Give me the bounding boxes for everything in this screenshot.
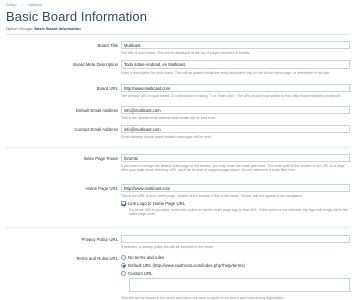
section-divider-2 — [5, 227, 350, 228]
home-url-help: This is the URL to your home page, outsi… — [121, 194, 304, 198]
terms-url-help: This link will be shown in the footer an… — [121, 296, 285, 300]
terms-option-none[interactable]: No terms and rules — [121, 255, 164, 260]
option-groups-value[interactable]: Basic Board Information — [34, 26, 80, 31]
section-divider — [5, 147, 350, 148]
board-title-input[interactable]: Multicast — [121, 41, 350, 49]
terms-url-label: Terms and Rules URL — [75, 256, 118, 261]
board-url-label: Board URL — [96, 86, 118, 91]
option-groups: Option Groups: Basic Board Information — [6, 26, 81, 31]
board-url-help: The primary URL to your board. Do not in… — [121, 94, 341, 98]
terms-default-label[interactable]: Default URL (http://www.rauthrost.com/in… — [128, 263, 245, 268]
board-meta-textarea[interactable]: Todo sobre Android, en Multicast. — [121, 60, 350, 69]
page-title: Basic Board Information — [6, 9, 148, 24]
link-logo-help: If a home URL is provided, select this o… — [129, 208, 349, 216]
board-title-help: The title of your board. This will be di… — [121, 51, 251, 55]
link-logo-label[interactable]: Link Logo to Home Page URL — [128, 201, 185, 206]
link-logo-checkbox[interactable] — [121, 201, 126, 206]
home-url-input[interactable]: http://www.multicast.com — [121, 184, 350, 192]
terms-custom-label[interactable]: Custom URL — [128, 271, 153, 276]
default-email-label: Default Email Address — [75, 108, 118, 113]
privacy-url-label: Privacy Policy URL — [81, 237, 118, 242]
board-meta-label: Board Meta Description — [73, 62, 118, 67]
breadcrumb-options[interactable]: Options — [28, 2, 42, 7]
link-logo-checkbox-row[interactable]: Link Logo to Home Page URL — [121, 201, 185, 206]
terms-none-label[interactable]: No terms and rules — [128, 255, 164, 260]
terms-none-radio[interactable] — [121, 255, 126, 260]
index-route-label: Index Page Route — [83, 156, 118, 161]
breadcrumb-separator: › — [21, 2, 23, 7]
board-meta-help: Enter a description for your board. This… — [121, 71, 331, 75]
contact-email-help: Email address where board-related messag… — [121, 135, 212, 139]
home-url-label: Home Page URL — [85, 186, 118, 191]
contact-email-label: Contact Email Address — [74, 127, 118, 132]
board-url-input[interactable]: http://www.multicast.com — [121, 84, 350, 92]
index-route-input[interactable]: forums/ — [121, 154, 350, 162]
terms-option-custom[interactable]: Custom URL — [121, 271, 153, 276]
contact-email-input[interactable]: info@multicast.com — [121, 125, 350, 133]
privacy-url-input[interactable] — [121, 235, 350, 243]
breadcrumb-setup[interactable]: Setup — [6, 2, 16, 7]
terms-custom-url-input[interactable] — [129, 278, 350, 292]
terms-option-default[interactable]: Default URL (http://www.rauthrost.com/in… — [121, 263, 245, 268]
default-email-help: This is the default email address that e… — [121, 116, 217, 120]
privacy-url-help: If selected, a privacy policy link will … — [121, 245, 214, 249]
breadcrumb: Setup › Options — [6, 2, 42, 7]
options-panel: Board Title Multicast The title of your … — [5, 34, 350, 300]
terms-default-radio[interactable] — [121, 263, 126, 268]
board-title-label: Board Title — [97, 43, 118, 48]
default-email-input[interactable]: info@multicast.com — [121, 106, 350, 114]
terms-custom-radio[interactable] — [121, 271, 126, 276]
index-route-help: If you wish to change the default index … — [121, 164, 345, 172]
option-groups-label: Option Groups: — [6, 26, 34, 31]
